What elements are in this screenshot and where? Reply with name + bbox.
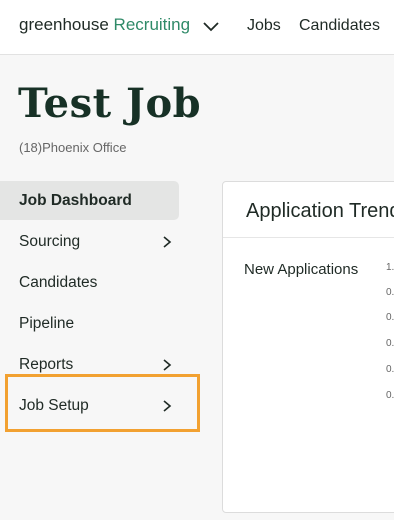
- y-tick-label: 0.: [386, 312, 394, 323]
- product-name: Recruiting: [113, 15, 191, 34]
- sidebar-item-label: Reports: [19, 356, 74, 373]
- y-tick-label: 0.: [386, 364, 394, 375]
- series-label: New Applications: [244, 261, 359, 278]
- y-tick-label: 0.: [386, 390, 394, 401]
- greenhouse-logo[interactable]: greenhouse Recruiting: [19, 15, 190, 35]
- sidebar-item-pipeline[interactable]: Pipeline: [0, 304, 179, 343]
- application-trends-card: Application Trends New Applications 1. 0…: [222, 181, 394, 513]
- y-tick-label: 1.: [386, 262, 394, 273]
- sidebar-item-label: Candidates: [19, 274, 98, 291]
- nav-jobs[interactable]: Jobs: [247, 17, 281, 35]
- top-bar: greenhouse Recruiting Jobs Candidates: [0, 0, 394, 55]
- job-office-subtitle: (18)Phoenix Office: [19, 140, 127, 155]
- sidebar-item-label: Sourcing: [19, 233, 81, 250]
- chevron-down-icon[interactable]: [202, 17, 220, 35]
- chevron-right-icon: [163, 359, 172, 371]
- brand-name: greenhouse: [19, 15, 109, 34]
- y-tick-label: 0.: [386, 338, 394, 349]
- highlight-box: [5, 374, 200, 432]
- card-divider: [223, 237, 394, 238]
- sidebar-item-job-dashboard[interactable]: Job Dashboard: [0, 181, 179, 220]
- sidebar-item-label: Pipeline: [19, 315, 75, 332]
- sidebar-item-label: Job Dashboard: [19, 192, 132, 209]
- chevron-right-icon: [163, 236, 172, 248]
- sidebar-item-sourcing[interactable]: Sourcing: [0, 222, 179, 261]
- sidebar-item-candidates[interactable]: Candidates: [0, 263, 179, 302]
- nav-candidates[interactable]: Candidates: [299, 17, 380, 35]
- y-tick-label: 0.: [386, 287, 394, 298]
- card-title: Application Trends: [246, 200, 394, 222]
- page-title: Test Job: [18, 80, 202, 127]
